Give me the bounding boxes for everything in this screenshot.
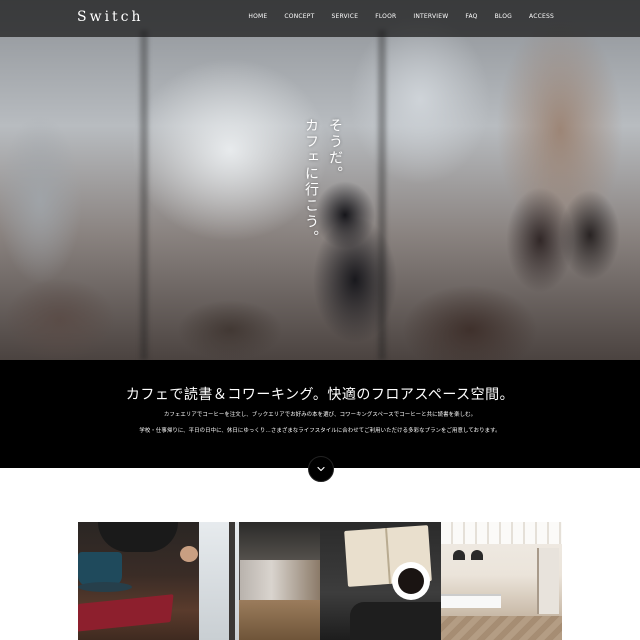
nav-service[interactable]: SERVICE [331, 13, 358, 20]
gallery-photo-coffee[interactable] [78, 522, 199, 640]
intro-band: カフェで読書＆コワーキング。快適のフロアスペース空間。 カフェエリアでコーヒーを… [0, 360, 640, 468]
nav-home[interactable]: HOME [248, 13, 267, 20]
hero-image: そうだ。 カフェに行こう。 [0, 0, 640, 360]
intro-text-1: カフェエリアでコーヒーを注文し、ブックエリアでお好みの本を選び、コワーキングスペ… [163, 412, 477, 418]
tagline-line-2: カフェに行こう。 [303, 118, 319, 246]
nav-concept[interactable]: CONCEPT [284, 13, 314, 20]
window-frame [140, 30, 148, 360]
nav-access[interactable]: ACCESS [529, 13, 554, 20]
intro-title: カフェで読書＆コワーキング。快適のフロアスペース空間。 [125, 387, 515, 403]
hero-tagline: そうだ。 カフェに行こう。 [303, 118, 345, 248]
nav-interview[interactable]: INTERVIEW [413, 13, 448, 20]
site-logo[interactable]: Switch [77, 9, 144, 25]
nav-blog[interactable]: BLOG [495, 13, 512, 20]
chevron-down-icon [317, 466, 325, 472]
intro-text-2: 学校・仕事帰りに、平日の日中に、休日にゆっくり…さまざまなライフスタイルに合わせ… [139, 428, 501, 434]
top-navbar: Switch HOME CONCEPT SERVICE FLOOR INTERV… [0, 0, 640, 37]
tagline-line-1: そうだ。 [327, 118, 343, 182]
window-frame [378, 30, 386, 360]
gallery-photo-interior[interactable] [199, 522, 320, 640]
nav-floor[interactable]: FLOOR [375, 13, 396, 20]
main-nav: HOME CONCEPT SERVICE FLOOR INTERVIEW FAQ… [248, 13, 554, 20]
scroll-down-button[interactable] [308, 456, 334, 482]
nav-faq[interactable]: FAQ [465, 13, 477, 20]
gallery-photo-reading[interactable] [320, 522, 441, 640]
photo-gallery [78, 522, 562, 640]
gallery-photo-office[interactable] [441, 522, 562, 640]
